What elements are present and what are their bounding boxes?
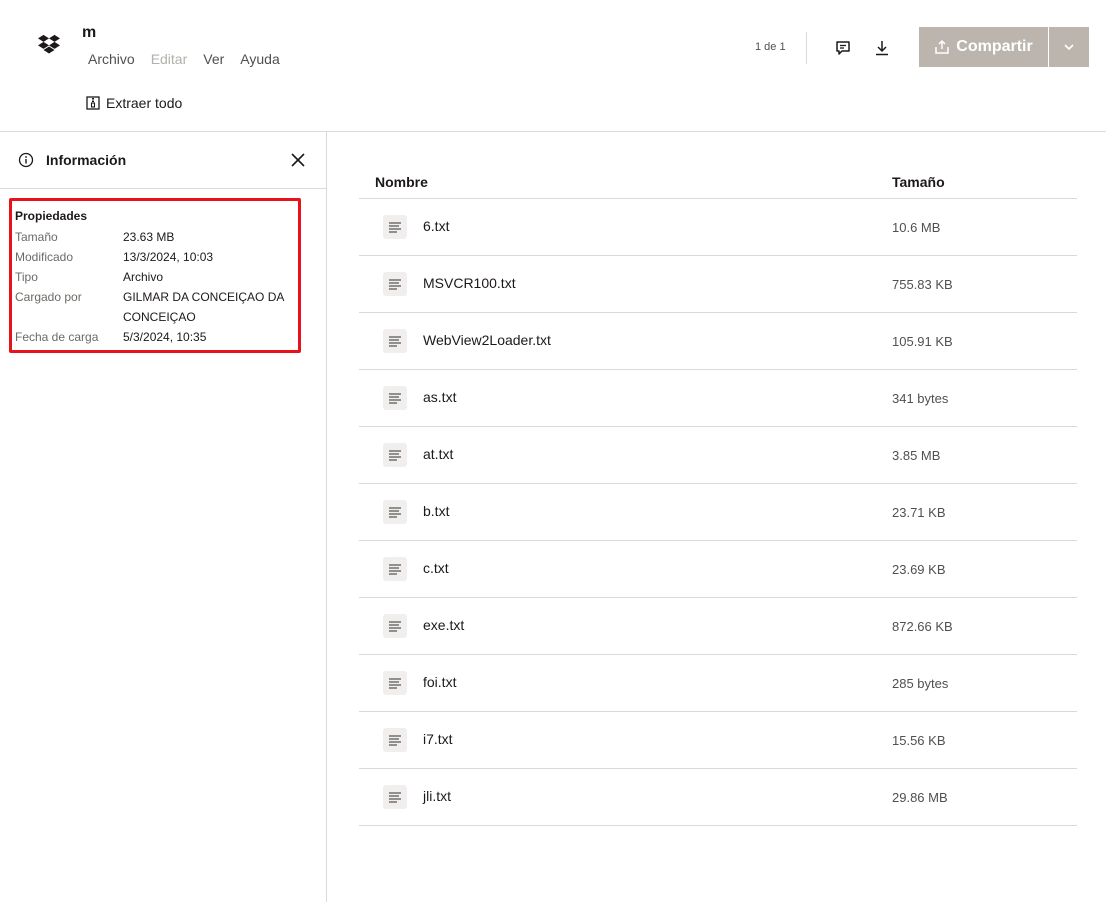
file-row[interactable]: b.txt 23.71 KB xyxy=(359,484,1077,541)
share-label: Compartir xyxy=(956,38,1033,55)
comment-button[interactable] xyxy=(831,36,855,60)
text-file-icon xyxy=(383,443,407,467)
top-header: m Archivo Editar Ver Ayuda Extraer todo … xyxy=(0,0,1106,132)
text-file-icon xyxy=(383,272,407,296)
file-name[interactable]: foi.txt xyxy=(423,674,456,690)
file-name[interactable]: c.txt xyxy=(423,560,449,576)
property-row: Tamaño 23.63 MB xyxy=(15,227,298,247)
property-label: Tamaño xyxy=(15,230,58,244)
menu-ver[interactable]: Ver xyxy=(203,51,224,67)
file-row[interactable]: c.txt 23.69 KB xyxy=(359,541,1077,598)
menu-editar[interactable]: Editar xyxy=(151,51,188,67)
file-name[interactable]: at.txt xyxy=(423,446,453,462)
property-value: 23.63 MB xyxy=(123,230,175,244)
column-size-header[interactable]: Tamaño xyxy=(892,174,945,190)
property-value: Archivo xyxy=(123,270,164,284)
file-size: 23.71 KB xyxy=(892,505,946,520)
property-row: Fecha de carga 5/3/2024, 10:35 xyxy=(15,327,298,347)
chevron-down-icon xyxy=(1064,44,1074,51)
download-button[interactable] xyxy=(870,36,894,60)
text-file-icon xyxy=(383,329,407,353)
text-file-icon xyxy=(383,728,407,752)
property-row: Cargado por GILMAR DA CONCEIÇAO DA CONCE… xyxy=(15,287,298,327)
text-file-icon xyxy=(383,785,407,809)
info-sidebar: Información Propiedades Tamaño 23.63 MB … xyxy=(0,132,327,902)
text-file-icon xyxy=(383,386,407,410)
file-name[interactable]: exe.txt xyxy=(423,617,464,633)
property-value: 13/3/2024, 10:03 xyxy=(123,250,214,264)
share-upload-icon xyxy=(935,39,950,54)
column-name-header[interactable]: Nombre xyxy=(375,174,428,190)
property-label: Tipo xyxy=(15,270,38,284)
file-size: 285 bytes xyxy=(892,676,949,691)
file-row[interactable]: foi.txt 285 bytes xyxy=(359,655,1077,712)
file-size: 755.83 KB xyxy=(892,277,953,292)
file-size: 10.6 MB xyxy=(892,220,941,235)
page-counter: 1 de 1 xyxy=(755,41,786,53)
file-row[interactable]: i7.txt 15.56 KB xyxy=(359,712,1077,769)
menu-bar: Archivo Editar Ver Ayuda xyxy=(88,51,280,67)
file-size: 29.86 MB xyxy=(892,790,948,805)
file-row[interactable]: WebView2Loader.txt 105.91 KB xyxy=(359,313,1077,370)
text-file-icon xyxy=(383,500,407,524)
file-size: 3.85 MB xyxy=(892,448,941,463)
comment-icon xyxy=(836,41,850,55)
info-icon xyxy=(18,152,34,168)
menu-ayuda[interactable]: Ayuda xyxy=(240,51,279,67)
file-name[interactable]: WebView2Loader.txt xyxy=(423,332,551,348)
extract-all-label: Extraer todo xyxy=(106,95,183,111)
file-size: 872.66 KB xyxy=(892,619,953,634)
text-file-icon xyxy=(383,671,407,695)
file-name[interactable]: 6.txt xyxy=(423,218,449,234)
download-icon xyxy=(876,41,888,56)
file-row[interactable]: at.txt 3.85 MB xyxy=(359,427,1077,484)
file-name[interactable]: i7.txt xyxy=(423,731,453,747)
file-title: m xyxy=(82,24,97,41)
header-divider xyxy=(806,32,807,64)
file-row[interactable]: MSVCR100.txt 755.83 KB xyxy=(359,256,1077,313)
file-row[interactable]: 6.txt 10.6 MB xyxy=(359,199,1077,256)
file-size: 341 bytes xyxy=(892,391,949,406)
archive-icon xyxy=(86,96,100,110)
file-list-header: Nombre Tamaño xyxy=(359,160,1077,199)
property-value: GILMAR DA CONCEIÇAO DA CONCEIÇAO xyxy=(123,290,284,324)
property-row: Modificado 13/3/2024, 10:03 xyxy=(15,247,298,267)
file-row[interactable]: as.txt 341 bytes xyxy=(359,370,1077,427)
properties-panel: Propiedades Tamaño 23.63 MB Modificado 1… xyxy=(9,198,301,353)
file-size: 15.56 KB xyxy=(892,733,946,748)
menu-archivo[interactable]: Archivo xyxy=(88,51,135,67)
dropbox-logo-icon[interactable] xyxy=(38,34,60,56)
file-size: 105.91 KB xyxy=(892,334,953,349)
file-rows: 6.txt 10.6 MB MSVCR100.txt 755.83 KB Web… xyxy=(359,199,1077,826)
property-row: Tipo Archivo xyxy=(15,267,298,287)
file-row[interactable]: exe.txt 872.66 KB xyxy=(359,598,1077,655)
text-file-icon xyxy=(383,557,407,581)
sidebar-title: Información xyxy=(46,152,127,168)
file-size: 23.69 KB xyxy=(892,562,946,577)
file-name[interactable]: MSVCR100.txt xyxy=(423,275,516,291)
property-label: Cargado por xyxy=(15,290,82,304)
properties-title: Propiedades xyxy=(15,209,88,223)
property-label: Modificado xyxy=(15,250,74,264)
file-list: Nombre Tamaño 6.txt 10.6 MB MSVCR100.txt… xyxy=(359,160,1077,826)
extract-all-button[interactable]: Extraer todo xyxy=(86,95,182,111)
text-file-icon xyxy=(383,215,407,239)
share-options-button[interactable] xyxy=(1049,27,1089,67)
file-name[interactable]: b.txt xyxy=(423,503,449,519)
close-icon[interactable] xyxy=(289,151,307,169)
property-value: 5/3/2024, 10:35 xyxy=(123,330,207,344)
file-name[interactable]: jli.txt xyxy=(423,788,451,804)
sidebar-header: Información xyxy=(0,132,326,189)
property-label: Fecha de carga xyxy=(15,330,99,344)
share-button[interactable]: Compartir xyxy=(919,27,1048,67)
file-name[interactable]: as.txt xyxy=(423,389,456,405)
text-file-icon xyxy=(383,614,407,638)
file-row[interactable]: jli.txt 29.86 MB xyxy=(359,769,1077,826)
